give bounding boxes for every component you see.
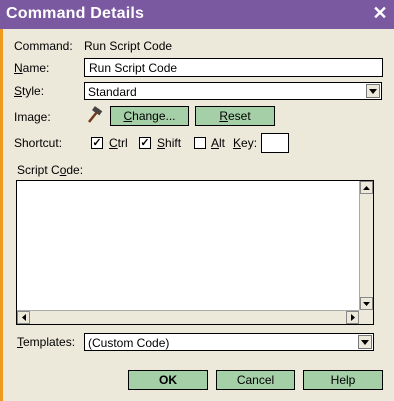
- shift-label: Shift: [157, 136, 182, 150]
- command-label: Command:: [14, 39, 73, 53]
- scroll-right-icon[interactable]: [346, 311, 359, 324]
- alt-checkbox[interactable]: [194, 137, 206, 149]
- templates-label: Templates:: [17, 335, 76, 349]
- scroll-up-icon[interactable]: [360, 181, 373, 194]
- chevron-down-icon[interactable]: [366, 84, 380, 98]
- templates-selected-value: (Custom Code): [88, 336, 170, 350]
- templates-select[interactable]: (Custom Code): [84, 333, 374, 351]
- window-title: Command Details: [6, 5, 145, 22]
- title-bar: Command Details ✕: [0, 0, 394, 29]
- vertical-scrollbar[interactable]: [359, 181, 373, 310]
- image-label: Image:: [14, 110, 51, 124]
- alt-label: Alt: [211, 136, 226, 150]
- chevron-down-icon[interactable]: [358, 335, 372, 349]
- scroll-down-icon[interactable]: [360, 297, 373, 310]
- hammer-icon: [86, 106, 104, 124]
- shortcut-label: Shortcut:: [14, 136, 63, 150]
- command-value: Run Script Code: [84, 39, 173, 53]
- key-label: Key:: [233, 136, 258, 150]
- script-code-textarea[interactable]: [16, 180, 374, 325]
- name-input[interactable]: [84, 58, 383, 77]
- style-label: Style:: [14, 84, 45, 98]
- script-code-label: Script Code:: [17, 163, 84, 177]
- style-select[interactable]: Standard: [84, 82, 382, 100]
- close-icon[interactable]: ✕: [371, 4, 389, 22]
- horizontal-scrollbar[interactable]: [17, 310, 359, 324]
- scrollbar-corner: [359, 310, 373, 324]
- style-selected-value: Standard: [88, 85, 137, 99]
- ctrl-checkbox[interactable]: ✓: [91, 137, 103, 149]
- key-input[interactable]: [261, 133, 289, 153]
- name-label: Name:: [14, 61, 50, 75]
- cancel-button[interactable]: Cancel: [216, 370, 295, 390]
- ok-button[interactable]: OK: [128, 370, 208, 390]
- ctrl-label: Ctrl: [109, 136, 128, 150]
- scroll-left-icon[interactable]: [17, 311, 30, 324]
- reset-image-button[interactable]: Reset: [195, 106, 275, 126]
- change-image-button[interactable]: Change...: [110, 106, 189, 126]
- shift-checkbox[interactable]: ✓: [139, 137, 151, 149]
- help-button[interactable]: Help: [303, 370, 383, 390]
